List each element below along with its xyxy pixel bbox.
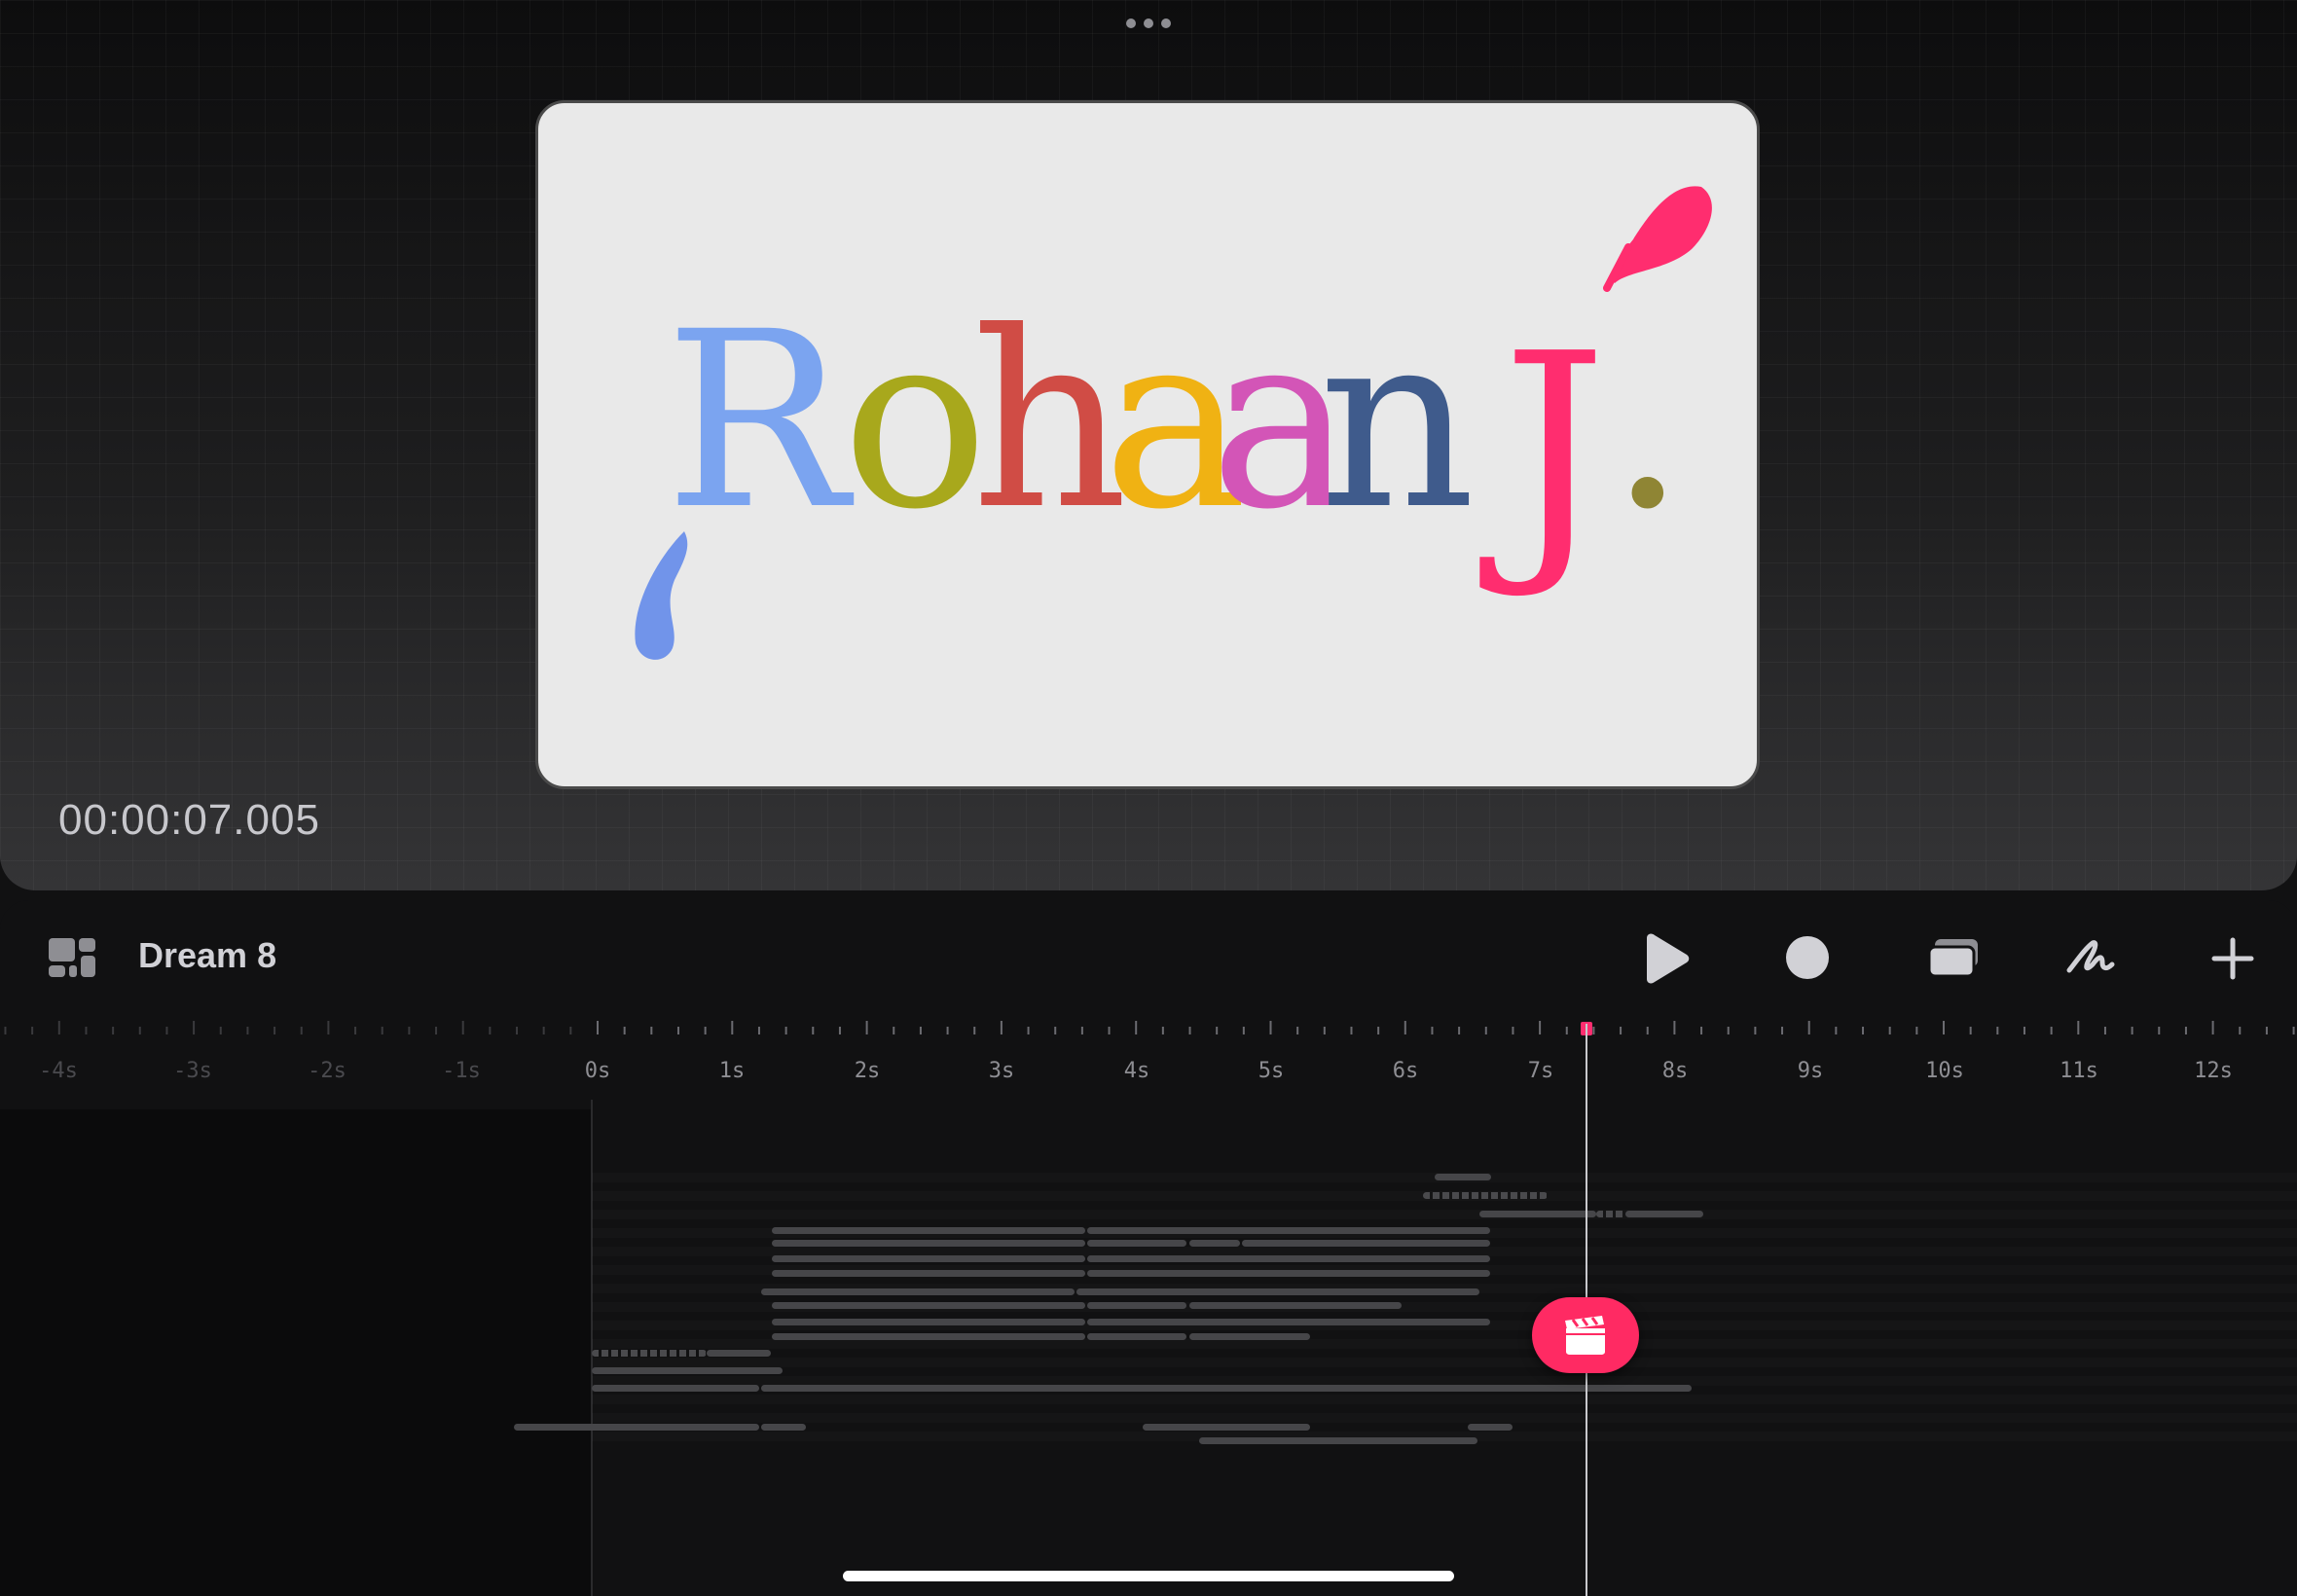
track-clip[interactable] (761, 1424, 806, 1431)
tick-label: -1s (442, 1059, 481, 1083)
tick-label: 3s (988, 1059, 1015, 1083)
track-lane (592, 1413, 2297, 1423)
track-clip[interactable] (1087, 1240, 1186, 1247)
track-area[interactable] (0, 1168, 2297, 1460)
tick-label: 8s (1661, 1059, 1689, 1083)
tick-label: -3s (173, 1059, 212, 1083)
layers-button[interactable] (1927, 937, 1980, 978)
track-clip[interactable] (1596, 1211, 1625, 1217)
track-clip[interactable] (1479, 1211, 1596, 1217)
tick-label: 9s (1797, 1059, 1824, 1083)
clapperboard-icon (1565, 1316, 1605, 1355)
record-button[interactable] (1785, 935, 1830, 980)
letter-period: . (1609, 279, 1686, 562)
track-clip[interactable] (772, 1227, 1085, 1234)
add-button[interactable] (2211, 937, 2254, 980)
canvas-area[interactable]: R o h a a n J . 00:00:07.005 (0, 0, 2297, 890)
letter-n: n (1319, 279, 1476, 562)
clip-action-button[interactable] (1532, 1297, 1639, 1373)
document-title[interactable]: Dream 8 (138, 935, 276, 976)
track-clip[interactable] (1189, 1333, 1310, 1340)
toolbar: Dream 8 (0, 900, 2297, 1017)
track-lane (592, 1210, 2297, 1219)
play-button[interactable] (1643, 932, 1692, 985)
track-clip[interactable] (592, 1385, 759, 1392)
track-clip[interactable] (772, 1319, 1085, 1325)
track-clip[interactable] (1435, 1174, 1491, 1180)
tick-label: 5s (1258, 1059, 1285, 1083)
draw-icon (2066, 940, 2115, 973)
track-lane (592, 1339, 2297, 1349)
home-indicator[interactable] (843, 1571, 1454, 1581)
play-icon (1647, 933, 1690, 984)
pink-splash-shape (1613, 186, 1712, 283)
track-clip[interactable] (772, 1333, 1085, 1340)
track-clip[interactable] (1625, 1211, 1703, 1217)
track-clip[interactable] (1087, 1255, 1490, 1262)
letter-r: R (665, 279, 855, 562)
tick-label: 6s (1392, 1059, 1419, 1083)
track-clip[interactable] (761, 1385, 1692, 1392)
track-clip[interactable] (592, 1367, 783, 1374)
track-clip[interactable] (772, 1270, 1085, 1277)
track-lane (592, 1358, 2297, 1367)
tick-label: 7s (1527, 1059, 1554, 1083)
tick-label: 4s (1123, 1059, 1150, 1083)
track-clip[interactable] (1143, 1424, 1310, 1431)
tick-label: 10s (1925, 1059, 1964, 1083)
timeline-ruler[interactable] (0, 1017, 2297, 1046)
letter-j: J (1477, 297, 1608, 603)
track-clip[interactable] (772, 1240, 1085, 1247)
layout-icon[interactable] (47, 936, 99, 979)
layers-icon (1927, 939, 1978, 978)
tick-label: 11s (2060, 1059, 2098, 1083)
track-clip[interactable] (1189, 1240, 1240, 1247)
track-clip[interactable] (1199, 1437, 1477, 1444)
add-icon (2211, 937, 2254, 980)
track-clip[interactable] (1087, 1227, 1490, 1234)
record-icon (1786, 936, 1829, 979)
draw-button[interactable] (2065, 935, 2116, 982)
track-clip[interactable] (1076, 1288, 1479, 1295)
track-clip[interactable] (592, 1350, 707, 1357)
track-clip[interactable] (1087, 1302, 1186, 1309)
tick-label: 12s (2194, 1059, 2233, 1083)
artwork-card[interactable]: R o h a a n J . (535, 100, 1760, 789)
timecode-display: 00:00:07.005 (58, 796, 320, 844)
track-clip[interactable] (772, 1302, 1085, 1309)
track-clip[interactable] (1189, 1302, 1402, 1309)
track-clip[interactable] (1468, 1424, 1513, 1431)
letter-o: o (842, 279, 989, 562)
track-clip[interactable] (707, 1350, 771, 1357)
tick-label: 0s (584, 1059, 611, 1083)
track-clip[interactable] (1242, 1240, 1490, 1247)
tick-label: -4s (39, 1059, 78, 1083)
track-clip[interactable] (514, 1424, 759, 1431)
tick-label: -2s (308, 1059, 346, 1083)
tick-label: 2s (854, 1059, 881, 1083)
track-clip[interactable] (1087, 1270, 1490, 1277)
track-clip[interactable] (1087, 1319, 1490, 1325)
track-lane (592, 1395, 2297, 1404)
tick-label: 1s (718, 1059, 746, 1083)
track-clip[interactable] (772, 1255, 1085, 1262)
track-clip[interactable] (1423, 1192, 1548, 1199)
artwork-drawing: R o h a a n J . (635, 186, 1712, 660)
track-clip[interactable] (1087, 1333, 1186, 1340)
more-options-icon[interactable] (1126, 18, 1171, 29)
track-clip[interactable] (761, 1288, 1075, 1295)
